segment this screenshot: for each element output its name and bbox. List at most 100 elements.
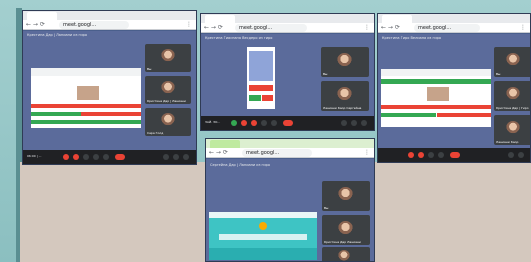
meet-control-bar: 06:00 | ... xyxy=(23,150,196,164)
participant-name: Вы xyxy=(147,67,152,71)
browser-tab[interactable] xyxy=(382,15,412,23)
slide-header xyxy=(31,68,141,76)
browser-menu-icon[interactable]: ⋮ xyxy=(364,24,370,32)
shared-slide xyxy=(31,68,141,128)
browser-tab[interactable] xyxy=(210,140,240,148)
chat-icon[interactable] xyxy=(361,120,367,126)
url-field[interactable]: meet.googl... xyxy=(414,24,480,32)
back-forward-icons[interactable]: ← → ⟳ xyxy=(204,24,223,32)
participant-tile[interactable]: Ланиани Каор xyxy=(494,115,530,145)
browser-window-right[interactable]: ← → ⟳ meet.googl... ⋮ Крестина Гиро Вели… xyxy=(377,13,531,163)
participant-tile[interactable]: Кристина Дар | Ланиани xyxy=(145,76,191,104)
captions-icon[interactable] xyxy=(83,154,89,160)
more-options-icon[interactable] xyxy=(103,154,109,160)
avatar xyxy=(338,187,353,202)
captions-icon[interactable] xyxy=(428,152,434,158)
mic-off-icon[interactable] xyxy=(63,154,69,160)
meeting-title: Крестина Гиро Велиана из гиро xyxy=(382,36,442,40)
end-call-button[interactable] xyxy=(450,152,460,158)
participant-name: Ланиани Каор Сергейна xyxy=(323,106,362,110)
shared-slide xyxy=(381,69,491,127)
address-bar[interactable]: ← → ⟳ meet.googl... ⋮ xyxy=(206,148,374,158)
back-forward-icons[interactable]: ← → ⟳ xyxy=(26,21,45,29)
tab-strip[interactable] xyxy=(206,139,374,148)
slide-red-bar-2 xyxy=(81,112,141,116)
participant-tile[interactable]: Вы xyxy=(145,44,191,72)
mic-icon[interactable] xyxy=(231,120,237,126)
present-icon[interactable] xyxy=(93,154,99,160)
browser-tab[interactable] xyxy=(27,12,57,20)
back-forward-icons[interactable]: ← → ⟳ xyxy=(381,24,400,32)
participant-tile[interactable]: Вы xyxy=(322,181,370,211)
end-call-button[interactable] xyxy=(115,154,125,160)
url-field[interactable]: meet.googl... xyxy=(242,149,312,157)
participant-name: Вы xyxy=(496,72,501,76)
slide-green-bar xyxy=(31,112,81,116)
slide-header xyxy=(381,69,491,76)
info-icon[interactable] xyxy=(341,120,347,126)
participant-name: Кристина Дар Ланиани xyxy=(324,240,361,244)
meeting-time: 06:00 | ... xyxy=(27,154,42,158)
info-icon[interactable] xyxy=(163,154,169,160)
participant-tile[interactable]: Сара Голд xyxy=(145,108,191,136)
browser-tab[interactable] xyxy=(205,15,235,23)
chat-icon[interactable] xyxy=(183,154,189,160)
avatar xyxy=(161,49,175,63)
slide-green-bar-2 xyxy=(381,113,436,117)
participant-tile[interactable]: Кристина Дар Ланиани xyxy=(322,215,370,245)
participant-tile[interactable]: Кристина Дар | Гиро xyxy=(494,81,530,111)
address-bar[interactable]: ← → ⟳ meet.googl... ⋮ xyxy=(378,23,530,33)
browser-window-center[interactable]: ← → ⟳ meet.googl... ⋮ Крестина Гиаспана … xyxy=(200,13,375,131)
slide-green-bar-2 xyxy=(31,120,141,124)
browser-window-left[interactable]: ← → ⟳ meet.googl... ⋮ Крестина Дар | Лан… xyxy=(22,10,197,165)
meet-control-bar: ЗАЙ. ЗО... xyxy=(201,116,374,130)
meet-control-bar xyxy=(378,148,530,162)
chat-icon[interactable] xyxy=(518,152,524,158)
avatar xyxy=(161,113,175,127)
browser-menu-icon[interactable]: ⋮ xyxy=(520,24,526,32)
participant-tile[interactable]: Ланиани Каор Сергейна xyxy=(321,81,369,111)
avatar xyxy=(337,87,352,102)
participant-tile[interactable]: Вы xyxy=(494,47,530,77)
browser-window-bottom[interactable]: ← → ⟳ meet.googl... ⋮ Сергейна Дар | Лан… xyxy=(205,138,375,262)
slide-green-bar xyxy=(381,79,491,84)
meeting-time: ЗАЙ. ЗО... xyxy=(205,120,221,124)
avatar xyxy=(161,81,175,95)
url-field[interactable]: meet.googl... xyxy=(235,24,307,32)
tab-strip[interactable] xyxy=(201,14,374,23)
camera-off-icon[interactable] xyxy=(418,152,424,158)
slide-logo xyxy=(259,222,267,230)
end-call-button[interactable] xyxy=(283,120,293,126)
participant-tile[interactable]: Вы xyxy=(321,47,369,77)
slide-image xyxy=(427,87,449,101)
participant-tile[interactable] xyxy=(322,247,370,261)
slide-red-bar xyxy=(249,85,273,91)
mic-off-icon[interactable] xyxy=(408,152,414,158)
people-icon[interactable] xyxy=(173,154,179,160)
tab-strip[interactable] xyxy=(378,14,530,23)
more-options-icon[interactable] xyxy=(271,120,277,126)
slide-bottom-band xyxy=(209,248,317,260)
url-field[interactable]: meet.googl... xyxy=(59,21,129,29)
avatar xyxy=(506,53,520,67)
present-icon[interactable] xyxy=(438,152,444,158)
participant-name: Вы xyxy=(324,206,329,210)
camera-off-icon[interactable] xyxy=(241,120,247,126)
avatar xyxy=(338,250,350,261)
slide-green-bar xyxy=(249,95,261,101)
tab-strip[interactable] xyxy=(23,11,196,20)
back-forward-icons[interactable]: ← → ⟳ xyxy=(209,149,228,157)
meeting-title: Крестина Гиаспана Весдеро из гиро xyxy=(205,36,273,40)
people-icon[interactable] xyxy=(508,152,514,158)
address-bar[interactable]: ← → ⟳ meet.googl... ⋮ xyxy=(23,20,196,30)
browser-menu-icon[interactable]: ⋮ xyxy=(364,149,370,157)
shared-slide xyxy=(247,47,275,109)
captions-icon[interactable] xyxy=(251,120,257,126)
shared-slide xyxy=(209,212,317,260)
browser-menu-icon[interactable]: ⋮ xyxy=(186,21,192,29)
camera-off-icon[interactable] xyxy=(73,154,79,160)
present-icon[interactable] xyxy=(261,120,267,126)
avatar xyxy=(338,221,353,236)
people-icon[interactable] xyxy=(351,120,357,126)
address-bar[interactable]: ← → ⟳ meet.googl... ⋮ xyxy=(201,23,374,33)
